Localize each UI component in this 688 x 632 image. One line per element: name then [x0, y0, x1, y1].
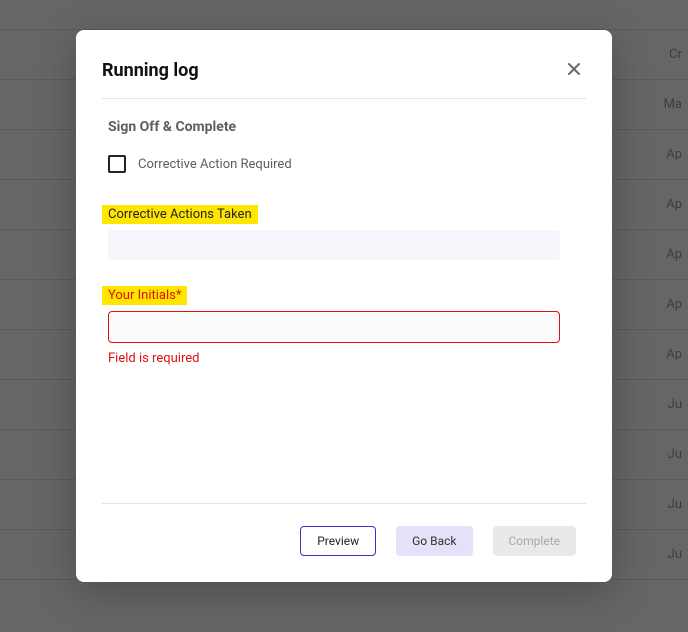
initials-field: Your Initials* Field is required — [102, 284, 586, 366]
corrective-action-checkbox-label: Corrective Action Required — [138, 157, 292, 172]
initials-error-message: Field is required — [108, 351, 586, 366]
corrective-actions-input[interactable] — [108, 230, 560, 260]
section-heading: Sign Off & Complete — [108, 119, 586, 135]
close-button[interactable] — [562, 58, 586, 82]
initials-input[interactable] — [108, 311, 560, 343]
corrective-action-checkbox[interactable] — [108, 155, 126, 173]
modal-body: Sign Off & Complete Corrective Action Re… — [102, 99, 586, 503]
complete-button[interactable]: Complete — [493, 526, 577, 556]
corrective-action-checkbox-row: Corrective Action Required — [108, 155, 586, 173]
initials-label: Your Initials* — [102, 286, 187, 305]
modal-title: Running log — [102, 60, 199, 81]
modal-footer: Preview Go Back Complete — [102, 503, 586, 556]
close-icon — [566, 61, 582, 80]
running-log-modal: Running log Sign Off & Complete Correcti… — [76, 30, 612, 582]
modal-header: Running log — [102, 58, 586, 99]
corrective-actions-field: Corrective Actions Taken — [102, 203, 586, 260]
corrective-actions-label: Corrective Actions Taken — [102, 205, 258, 224]
go-back-button[interactable]: Go Back — [396, 526, 472, 556]
preview-button[interactable]: Preview — [300, 526, 376, 556]
